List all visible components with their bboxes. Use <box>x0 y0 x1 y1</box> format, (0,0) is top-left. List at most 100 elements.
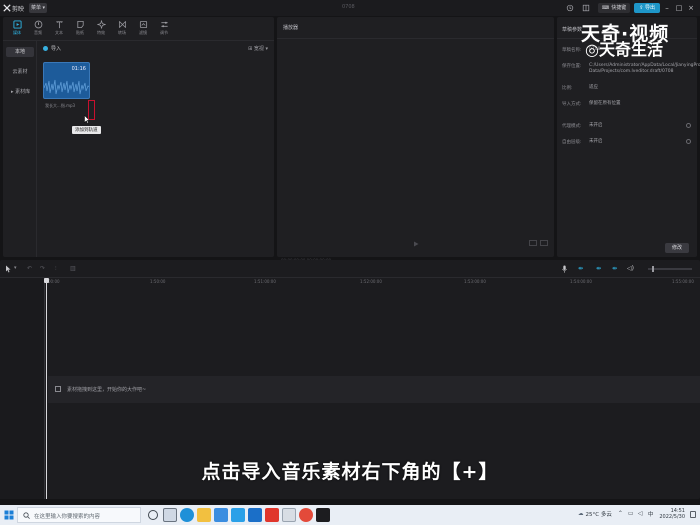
menu-button[interactable]: 菜单 ▾ <box>29 3 47 13</box>
prop-label-location: 保存位置: <box>562 64 582 69</box>
capcut-icon[interactable] <box>316 508 330 522</box>
file-explorer-icon[interactable] <box>197 508 211 522</box>
link-icon[interactable]: ⇹ <box>578 265 588 273</box>
tab-label: 特效 <box>97 30 105 35</box>
chevron-up-icon[interactable]: ⌃ <box>618 511 624 517</box>
folder-app-icon[interactable] <box>282 508 296 522</box>
app-name: 剪映 <box>12 6 25 13</box>
undo-icon[interactable]: ↶ <box>27 265 34 273</box>
media-item-audio[interactable]: 01:16 + <box>43 62 90 99</box>
maximize-icon[interactable]: □ <box>674 3 684 13</box>
microphone-icon[interactable] <box>561 265 568 273</box>
cortana-icon[interactable] <box>148 510 158 520</box>
tab-label: 文本 <box>55 30 63 35</box>
input-language[interactable]: 中 <box>648 510 654 518</box>
play-icon[interactable] <box>413 241 419 247</box>
properties-title: 草稿参数 <box>562 27 583 33</box>
chevron-down-icon: ▾ <box>42 5 45 11</box>
close-icon[interactable]: × <box>686 3 696 13</box>
volume-icon[interactable]: ◁ <box>638 511 644 517</box>
adjust-icon <box>160 21 168 28</box>
mail-icon[interactable] <box>231 508 245 522</box>
media-panel: 媒体 音频 文本 贴纸 特效 转场 滤镜 调节 本地 云素材 ▸ 素材库 导入 … <box>3 17 274 257</box>
view-sort-button[interactable]: ⊞ 宽视 ▾ <box>248 45 268 52</box>
tab-filter[interactable]: 滤镜 <box>133 19 153 39</box>
timeline-panel: ▾ ↶ ↷ ⫶ ▥ ⇹ ⇹ ⇹ ◁) 00:00 1:50:00 1:51:00… <box>0 260 700 499</box>
layer-info-icon[interactable] <box>686 139 691 144</box>
tab-media[interactable]: 媒体 <box>7 19 27 39</box>
taskbar-search-input[interactable]: 在这里输入你要搜索的内容 <box>17 507 141 523</box>
prop-value-location: C:/Users/Administrator/AppData/Local/Jia… <box>589 63 700 74</box>
timeline-toolbar: ▾ ↶ ↷ ⫶ ▥ ⇹ ⇹ ⇹ ◁) <box>0 260 700 278</box>
effects-icon <box>96 20 106 29</box>
playhead-handle[interactable] <box>44 278 49 283</box>
media-track-icon <box>55 386 61 392</box>
redo-icon[interactable]: ↷ <box>40 265 47 273</box>
import-button[interactable]: 导入 <box>43 45 61 52</box>
weather-widget[interactable]: ☁ 25°C 多云 <box>578 510 612 518</box>
modify-button[interactable]: 修改 <box>665 243 689 253</box>
preview-axis-icon[interactable]: ⇹ <box>612 265 622 273</box>
minimize-icon[interactable]: – <box>662 3 672 13</box>
select-tool-icon[interactable] <box>5 265 12 273</box>
tab-effects[interactable]: 特效 <box>91 19 111 39</box>
clock-date: 2022/5/30 <box>659 514 685 520</box>
notification-icon[interactable] <box>690 510 696 518</box>
tab-transition[interactable]: 转场 <box>112 19 132 39</box>
weather-text: 25°C 多云 <box>585 512 612 518</box>
tab-label: 调节 <box>160 30 168 35</box>
store-icon[interactable] <box>214 508 228 522</box>
layout-icon[interactable] <box>582 4 590 12</box>
feedback-icon[interactable] <box>566 4 574 12</box>
media-duration: 01:16 <box>71 66 86 72</box>
media-filename: 我长大...指.mp3 <box>45 103 76 108</box>
shortcut-button[interactable]: ⌨ 快捷键 <box>597 3 631 13</box>
sidebar-item-cloud[interactable]: 云素材 <box>6 67 34 77</box>
window-controls: – □ × <box>660 3 696 13</box>
clock[interactable]: 14:51 2022/5/30 <box>659 508 685 520</box>
search-placeholder: 在这里输入你要搜索的内容 <box>34 514 101 520</box>
prop-label-name: 草稿名称: <box>562 48 582 53</box>
task-view-icon[interactable] <box>163 508 177 522</box>
edge-icon[interactable] <box>180 508 194 522</box>
taskbar-apps <box>146 508 333 522</box>
prop-label-import: 导入方式: <box>562 102 582 107</box>
wps-icon[interactable] <box>265 508 279 522</box>
delete-icon[interactable]: ▥ <box>70 265 77 273</box>
fullscreen-icon[interactable] <box>540 240 548 246</box>
main-track-drop-zone[interactable]: 素材拖拽到这里，开始你的大作吧~ <box>48 376 700 403</box>
prop-value-import: 保留在原有位置 <box>589 101 621 106</box>
titlebar-actions: ⌨ 快捷键 ⇪ 导出 <box>558 3 660 13</box>
sidebar-item-library[interactable]: ▸ 素材库 <box>6 87 34 97</box>
sidebar-item-local[interactable]: 本地 <box>6 47 34 57</box>
player-controls <box>526 240 548 246</box>
tab-text[interactable]: 文本 <box>49 19 69 39</box>
zoom-slider[interactable] <box>648 266 692 272</box>
photoshop-icon[interactable] <box>248 508 262 522</box>
prop-value-proxy: 未开启 <box>589 123 603 128</box>
windows-start-icon[interactable] <box>4 510 14 520</box>
app-logo-icon <box>3 4 11 12</box>
zoom-slider-knob[interactable] <box>652 266 654 272</box>
proxy-info-icon[interactable] <box>686 123 691 128</box>
export-label: 导出 <box>644 5 655 11</box>
timeline-ruler[interactable]: 00:00 1:50:00 1:51:00:00 1:52:00:00 1:53… <box>44 278 700 288</box>
export-button[interactable]: ⇪ 导出 <box>634 3 660 13</box>
keyboard-icon: ⌨ <box>601 5 610 11</box>
system-tray: ☁ 25°C 多云 ⌃ ▭ ◁ 中 14:51 2022/5/30 <box>578 508 696 520</box>
netease-music-icon[interactable] <box>299 508 313 522</box>
tooltip: 添加到轨道 <box>72 126 101 134</box>
split-icon[interactable]: ⫶ <box>55 265 62 273</box>
search-icon <box>23 512 30 519</box>
tab-adjust[interactable]: 调节 <box>154 19 174 39</box>
tab-audio[interactable]: 音频 <box>28 19 48 39</box>
tick-label: 1:55:00:00 <box>672 279 694 284</box>
snap-icon[interactable]: ⇹ <box>596 265 606 273</box>
chevron-down-icon[interactable]: ▾ <box>14 265 21 273</box>
import-label: 导入 <box>51 46 62 52</box>
ratio-icon[interactable] <box>529 240 537 246</box>
tab-sticker[interactable]: 贴纸 <box>70 19 90 39</box>
player-header: 播放器 <box>277 17 554 39</box>
network-icon[interactable]: ▭ <box>628 511 634 517</box>
volume-icon[interactable]: ◁) <box>627 265 637 273</box>
